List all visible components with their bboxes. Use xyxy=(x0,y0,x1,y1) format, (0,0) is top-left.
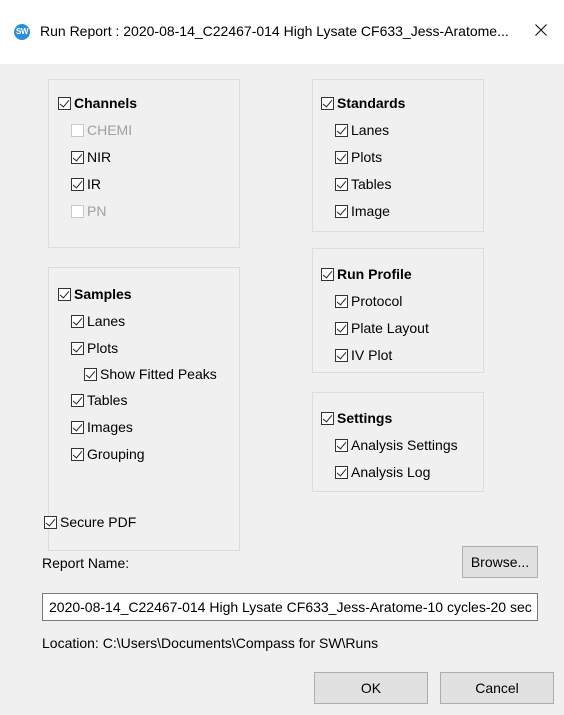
channel-pn-box[interactable] xyxy=(71,204,84,218)
location-text: Location: C:\Users\Documents\Compass for… xyxy=(42,635,379,651)
standards-image-box[interactable] xyxy=(335,204,348,218)
channel-ir-box[interactable] xyxy=(71,177,84,191)
plate-layout-checkbox[interactable]: Plate Layout xyxy=(335,318,429,338)
show-fitted-peaks-label: Show Fitted Peaks xyxy=(100,366,217,382)
analysis-log-box[interactable] xyxy=(335,465,348,479)
secure-pdf-box[interactable] xyxy=(44,515,57,529)
analysis-log-label: Analysis Log xyxy=(351,464,431,480)
protocol-label: Protocol xyxy=(351,293,403,309)
channel-chemi-checkbox[interactable]: CHEMI xyxy=(71,120,132,140)
channel-ir-checkbox[interactable]: IR xyxy=(71,174,101,194)
cancel-button[interactable]: Cancel xyxy=(440,672,554,704)
samples-plots-label: Plots xyxy=(87,340,119,356)
title-bar: SW Run Report : 2020-08-14_C22467-014 Hi… xyxy=(0,0,564,64)
analysis-log-checkbox[interactable]: Analysis Log xyxy=(335,462,430,482)
analysis-settings-box[interactable] xyxy=(335,438,348,452)
protocol-box[interactable] xyxy=(335,294,348,308)
channel-ir-label: IR xyxy=(87,176,101,192)
plate-layout-label: Plate Layout xyxy=(351,320,429,336)
samples-tables-checkbox[interactable]: Tables xyxy=(71,390,127,410)
channel-nir-label: NIR xyxy=(87,149,112,165)
standards-checkbox-box[interactable] xyxy=(321,96,334,110)
close-button[interactable] xyxy=(518,12,564,48)
standards-tables-label: Tables xyxy=(351,176,392,192)
samples-grouping-label: Grouping xyxy=(87,446,145,462)
samples-checkbox[interactable]: Samples xyxy=(58,284,132,304)
dialog-body: Channels CHEMI NIR IR PN Standards Lanes… xyxy=(0,64,564,715)
channel-chemi-box[interactable] xyxy=(71,123,84,137)
browse-button[interactable]: Browse... xyxy=(462,546,538,578)
analysis-settings-label: Analysis Settings xyxy=(351,437,458,453)
samples-plots-checkbox[interactable]: Plots xyxy=(71,338,118,358)
standards-tables-box[interactable] xyxy=(335,177,348,191)
samples-lanes-label: Lanes xyxy=(87,313,126,329)
iv-plot-label: IV Plot xyxy=(351,347,393,363)
channel-pn-checkbox[interactable]: PN xyxy=(71,201,106,221)
samples-tables-box[interactable] xyxy=(71,393,84,407)
app-icon: SW xyxy=(14,24,30,40)
samples-images-checkbox[interactable]: Images xyxy=(71,417,133,437)
protocol-checkbox[interactable]: Protocol xyxy=(335,291,402,311)
standards-plots-box[interactable] xyxy=(335,150,348,164)
channels-label: Channels xyxy=(74,95,138,111)
channel-pn-label: PN xyxy=(87,203,107,219)
standards-lanes-label: Lanes xyxy=(351,122,390,138)
channels-checkbox-box[interactable] xyxy=(58,96,71,110)
samples-lanes-box[interactable] xyxy=(71,314,84,328)
standards-checkbox[interactable]: Standards xyxy=(321,93,405,113)
close-icon xyxy=(535,24,547,36)
standards-plots-label: Plots xyxy=(351,149,383,165)
samples-plots-box[interactable] xyxy=(71,341,84,355)
channel-nir-box[interactable] xyxy=(71,150,84,164)
show-fitted-peaks-checkbox[interactable]: Show Fitted Peaks xyxy=(84,364,217,384)
run-profile-checkbox-box[interactable] xyxy=(321,267,334,281)
settings-checkbox[interactable]: Settings xyxy=(321,408,392,428)
samples-label: Samples xyxy=(74,286,132,302)
analysis-settings-checkbox[interactable]: Analysis Settings xyxy=(335,435,458,455)
samples-grouping-checkbox[interactable]: Grouping xyxy=(71,444,145,464)
standards-image-checkbox[interactable]: Image xyxy=(335,201,390,221)
samples-images-box[interactable] xyxy=(71,420,84,434)
report-name-input[interactable]: 2020-08-14_C22467-014 High Lysate CF633_… xyxy=(42,593,538,621)
settings-label: Settings xyxy=(337,410,393,426)
standards-tables-checkbox[interactable]: Tables xyxy=(335,174,391,194)
report-name-label: Report Name: xyxy=(42,555,130,571)
samples-checkbox-box[interactable] xyxy=(58,287,71,301)
run-profile-label: Run Profile xyxy=(337,266,412,282)
iv-plot-box[interactable] xyxy=(335,348,348,362)
standards-image-label: Image xyxy=(351,203,390,219)
ok-button[interactable]: OK xyxy=(314,672,428,704)
plate-layout-box[interactable] xyxy=(335,321,348,335)
samples-lanes-checkbox[interactable]: Lanes xyxy=(71,311,125,331)
secure-pdf-checkbox[interactable]: Secure PDF xyxy=(44,512,136,532)
show-fitted-peaks-box[interactable] xyxy=(84,367,97,381)
standards-lanes-box[interactable] xyxy=(335,123,348,137)
iv-plot-checkbox[interactable]: IV Plot xyxy=(335,345,392,365)
samples-tables-label: Tables xyxy=(87,392,128,408)
samples-grouping-box[interactable] xyxy=(71,447,84,461)
window-title: Run Report : 2020-08-14_C22467-014 High … xyxy=(40,23,509,39)
settings-checkbox-box[interactable] xyxy=(321,411,334,425)
channels-checkbox[interactable]: Channels xyxy=(58,93,137,113)
run-profile-checkbox[interactable]: Run Profile xyxy=(321,264,412,284)
standards-label: Standards xyxy=(337,95,406,111)
standards-plots-checkbox[interactable]: Plots xyxy=(335,147,382,167)
channel-chemi-label: CHEMI xyxy=(87,122,133,138)
channel-nir-checkbox[interactable]: NIR xyxy=(71,147,111,167)
standards-lanes-checkbox[interactable]: Lanes xyxy=(335,120,389,140)
secure-pdf-label: Secure PDF xyxy=(60,514,137,530)
samples-images-label: Images xyxy=(87,419,133,435)
